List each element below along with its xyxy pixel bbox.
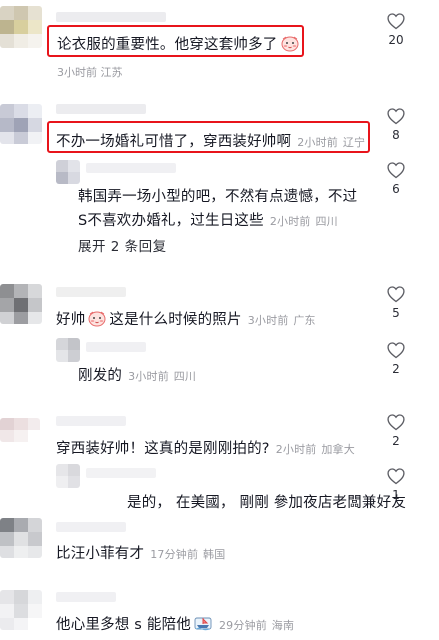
heart-icon[interactable] <box>386 160 406 180</box>
heart-icon[interactable] <box>386 466 406 486</box>
reply-text-line2: S不喜欢办婚礼，过生日这些 2小时前 四川 <box>78 213 338 229</box>
avatar[interactable] <box>0 590 42 630</box>
comment-text: 他心里多想 s 能陪他 29分钟前 海南 <box>56 613 294 634</box>
heart-icon[interactable] <box>386 412 406 432</box>
username-blurred <box>56 592 116 602</box>
like-count: 5 <box>392 306 400 320</box>
avatar[interactable] <box>56 338 80 362</box>
heart-icon[interactable] <box>386 284 406 304</box>
reply-text: 刚发的 3小时前 四川 <box>78 368 197 384</box>
like-count: 2 <box>392 434 400 448</box>
like-count: 6 <box>392 182 400 196</box>
heart-icon[interactable] <box>386 11 406 31</box>
avatar[interactable] <box>0 284 42 324</box>
username-blurred <box>56 104 146 114</box>
like-count: 1 <box>392 488 400 502</box>
reply-text-line1: 韩国弄一场小型的吧，不然有点遗憾，不过 <box>78 189 358 205</box>
comment-meta: 3小时前 江苏 <box>57 66 123 79</box>
heart-icon[interactable] <box>386 340 406 360</box>
username-blurred <box>56 416 126 426</box>
username-blurred <box>86 468 156 478</box>
username-blurred <box>56 287 126 297</box>
avatar[interactable] <box>56 160 80 184</box>
avatar[interactable] <box>0 418 40 442</box>
highlight-box <box>47 121 370 153</box>
like-count: 20 <box>388 33 404 47</box>
comment-text: 好帅 这是什么时候的照片 3小时前 广东 <box>56 308 316 329</box>
like-count: 2 <box>392 362 400 376</box>
username-blurred <box>56 522 126 532</box>
username-blurred <box>86 342 146 352</box>
highlight-box <box>47 25 304 57</box>
avatar[interactable] <box>56 464 80 488</box>
reply-text: 是的， 在美國， 剛剛 參加夜店老闆兼好友 <box>127 495 407 511</box>
avatar[interactable] <box>0 6 42 48</box>
username-blurred <box>56 12 166 22</box>
username-blurred <box>86 163 176 173</box>
like-count: 8 <box>392 128 400 142</box>
avatar[interactable] <box>0 104 42 144</box>
boat-icon <box>193 614 213 632</box>
expand-replies-link[interactable]: 展开 2 条回复 <box>78 235 167 255</box>
comment-text: 比汪小菲有才 17分钟前 韩国 <box>56 546 226 562</box>
comment-text: 穿西装好帅！这真的是刚刚拍的? 2小时前 加拿大 <box>56 441 355 457</box>
avatar[interactable] <box>0 518 42 558</box>
heart-icon[interactable] <box>386 106 406 126</box>
blush-face-icon <box>87 309 107 327</box>
